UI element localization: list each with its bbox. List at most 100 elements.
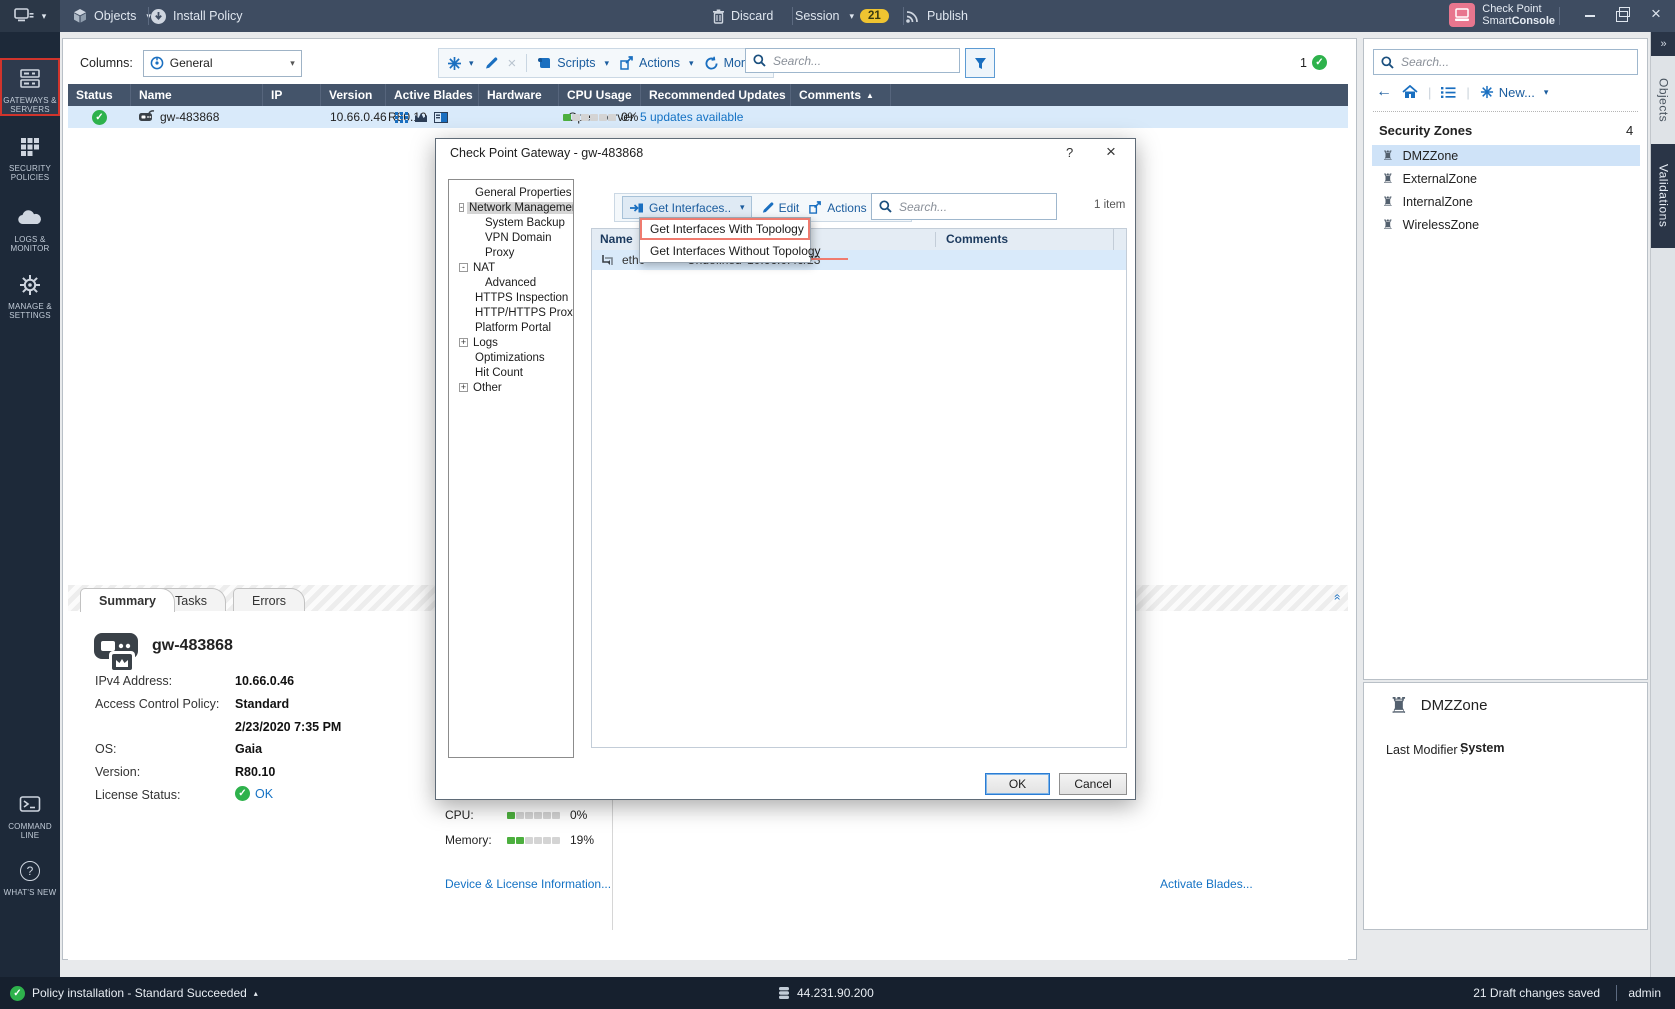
- device-license-link[interactable]: Device & License Information...: [445, 877, 611, 891]
- edit-interface-button[interactable]: Edit: [761, 201, 800, 215]
- tab-objects[interactable]: Objects: [1651, 58, 1675, 142]
- cancel-button[interactable]: Cancel: [1059, 773, 1127, 795]
- interface-actions-menu[interactable]: Actions ▾: [808, 201, 880, 215]
- columns-dropdown[interactable]: General ▾: [143, 50, 302, 77]
- tree-item[interactable]: Hit Count: [449, 365, 573, 380]
- tree-item[interactable]: HTTP/HTTPS Proxy: [449, 305, 573, 320]
- column-header[interactable]: Name: [130, 84, 262, 106]
- delete-button[interactable]: ×: [508, 55, 517, 72]
- filter-button[interactable]: [965, 48, 995, 78]
- updates-link[interactable]: 5 updates available: [640, 106, 743, 128]
- column-header[interactable]: Recommended Updates: [640, 84, 790, 106]
- column-header[interactable]: CPU Usage: [558, 84, 640, 106]
- column-header[interactable]: Version: [320, 84, 385, 106]
- activate-blades-link[interactable]: Activate Blades...: [1160, 877, 1253, 891]
- tab-validations[interactable]: Validations: [1651, 144, 1675, 248]
- help-icon[interactable]: ?: [1066, 145, 1073, 160]
- tab-summary[interactable]: Summary: [80, 588, 175, 612]
- column-header-name[interactable]: Name: [600, 232, 633, 246]
- collapse-icon[interactable]: -: [459, 263, 468, 272]
- tree-item[interactable]: -NAT: [449, 260, 573, 275]
- tree-item[interactable]: Optimizations: [449, 350, 573, 365]
- zone-item-dmz[interactable]: ♜ DMZZone: [1372, 145, 1640, 166]
- collapse-strip-icon[interactable]: »: [1651, 32, 1675, 56]
- new-object-menu[interactable]: New... ▾: [1480, 85, 1549, 100]
- column-header[interactable]: Active Blades: [385, 84, 478, 106]
- list-view-icon[interactable]: [1441, 86, 1456, 99]
- gateway-search-input[interactable]: Search...: [745, 48, 960, 73]
- sidebar-item-logs-monitor[interactable]: LOGS & MONITOR: [0, 197, 60, 255]
- home-icon[interactable]: [1402, 85, 1418, 99]
- sidebar-item-gateways-servers[interactable]: GATEWAYS & SERVERS: [0, 58, 60, 116]
- actions-menu[interactable]: Actions ▾: [619, 56, 694, 70]
- zone-icon: ♜: [1389, 699, 1409, 712]
- column-header[interactable]: IP: [262, 84, 320, 106]
- zone-item-external[interactable]: ♜ ExternalZone: [1372, 168, 1640, 189]
- collapse-panel-icon[interactable]: »: [1330, 594, 1344, 601]
- objects-side-panel: Search... ← | | New... ▾ Security Zones …: [1363, 38, 1648, 680]
- interface-search-input[interactable]: Search...: [871, 193, 1057, 220]
- get-interfaces-button[interactable]: Get Interfaces.. ▾: [622, 196, 752, 219]
- gateway-table-row[interactable]: ✓ gw-483868 10.66.0.46 R80.10 Open serve…: [68, 106, 1348, 128]
- tree-item[interactable]: Proxy: [449, 245, 573, 260]
- sidebar-item-manage-settings[interactable]: MANAGE & SETTINGS: [0, 264, 60, 322]
- zone-label: WirelessZone: [1403, 218, 1479, 232]
- zone-icon: ♜: [1382, 172, 1394, 185]
- tree-item[interactable]: +Logs: [449, 335, 573, 350]
- field-value: Standard: [235, 697, 289, 711]
- zone-detail-header: ♜ DMZZone: [1389, 697, 1487, 714]
- zone-icon: ♜: [1382, 149, 1394, 162]
- tree-item[interactable]: HTTPS Inspection: [449, 290, 573, 305]
- license-status-link[interactable]: OK: [255, 787, 273, 801]
- license-status-value: ✓ OK: [235, 786, 273, 801]
- new-gateway-button[interactable]: ▾: [447, 56, 474, 71]
- tab-errors[interactable]: Errors: [233, 588, 305, 612]
- tree-item[interactable]: VPN Domain: [449, 230, 573, 245]
- column-header[interactable]: Hardware: [478, 84, 558, 106]
- discard-button[interactable]: Discard: [712, 0, 773, 32]
- draft-status-label: 21 Draft changes saved: [1473, 986, 1600, 1000]
- cpu-value: 0%: [621, 110, 638, 124]
- tree-item[interactable]: General Properties: [449, 185, 573, 200]
- menu-item-with-topology[interactable]: Get Interfaces With Topology: [640, 218, 810, 240]
- tree-item[interactable]: Platform Portal: [449, 320, 573, 335]
- sidebar-item-whats-new[interactable]: ? WHAT'S NEW: [0, 850, 60, 908]
- menu-item-without-topology[interactable]: Get Interfaces Without Topology: [640, 240, 810, 262]
- column-header-comments[interactable]: Comments: [935, 232, 1008, 247]
- install-policy-button[interactable]: Install Policy: [150, 0, 242, 32]
- expand-icon[interactable]: +: [459, 338, 468, 347]
- close-icon[interactable]: ×: [1106, 142, 1116, 162]
- tree-item-selected[interactable]: -Network Management: [449, 200, 573, 215]
- sidebar-item-label: COMMAND LINE: [8, 822, 52, 840]
- sidebar-item-command-line[interactable]: COMMAND LINE: [0, 784, 60, 842]
- edit-button[interactable]: [484, 56, 498, 70]
- close-button[interactable]: ×: [1649, 7, 1663, 21]
- publish-button[interactable]: Publish: [905, 0, 968, 32]
- columns-label: Columns:: [80, 56, 133, 70]
- collapse-icon[interactable]: -: [459, 203, 464, 212]
- tree-item[interactable]: +Other: [449, 380, 573, 395]
- ok-button[interactable]: OK: [985, 773, 1050, 795]
- objects-search-input[interactable]: Search...: [1373, 49, 1638, 75]
- sidebar-item-security-policies[interactable]: SECURITY POLICIES: [0, 126, 60, 184]
- zone-item-internal[interactable]: ♜ InternalZone: [1372, 191, 1640, 212]
- expand-icon[interactable]: +: [459, 383, 468, 392]
- policy-status[interactable]: ✓ Policy installation - Standard Succeed…: [10, 977, 258, 1009]
- tree-item[interactable]: Advanced: [449, 275, 573, 290]
- scripts-menu[interactable]: Scripts ▾: [537, 56, 609, 70]
- app-menu-button[interactable]: ▾: [0, 0, 60, 32]
- objects-menu[interactable]: Objects ▾: [72, 0, 151, 32]
- back-icon[interactable]: ←: [1376, 83, 1392, 101]
- edit-label: Edit: [779, 201, 800, 215]
- session-menu[interactable]: Session ▾ 21: [795, 0, 889, 32]
- restore-button[interactable]: [1615, 9, 1629, 23]
- column-header-comments[interactable]: Comments ▲: [790, 84, 890, 106]
- smartconsole-window: ▾ Objects ▾ Install Policy Discard Sessi…: [0, 0, 1675, 1009]
- minimize-button[interactable]: [1583, 9, 1597, 23]
- tree-item[interactable]: System Backup: [449, 215, 573, 230]
- column-header[interactable]: Status: [68, 84, 130, 106]
- zone-item-wireless[interactable]: ♜ WirelessZone: [1372, 214, 1640, 235]
- user-name[interactable]: admin: [1628, 977, 1661, 1009]
- search-icon: [1381, 56, 1394, 69]
- objects-label: Objects: [94, 9, 136, 23]
